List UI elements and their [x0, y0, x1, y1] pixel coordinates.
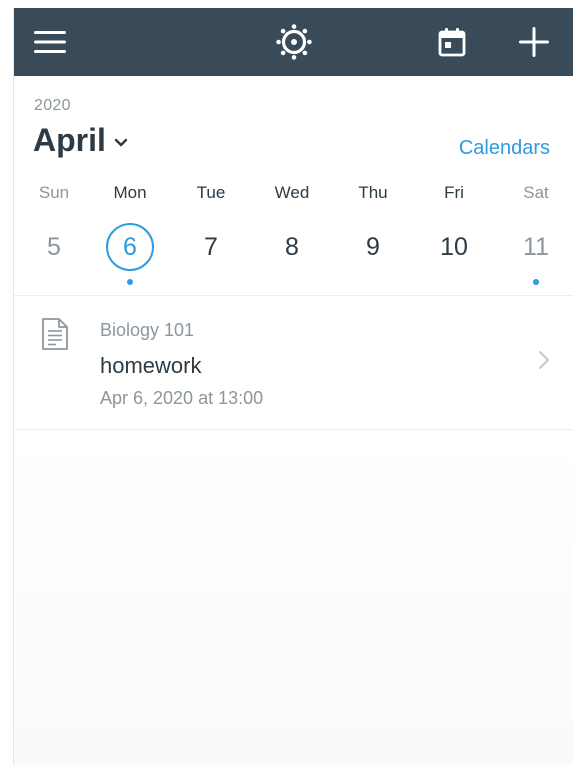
date-circle: 8	[268, 223, 316, 271]
day-of-week-label: Thu	[358, 183, 388, 202]
day-sun[interactable]: Sun 5	[14, 178, 94, 296]
day-sat[interactable]: Sat 11	[496, 178, 573, 296]
day-of-week-label: Sat	[523, 183, 549, 202]
event-datetime: Apr 6, 2020 at 13:00	[100, 388, 264, 408]
calendars-link[interactable]: Calendars	[459, 137, 550, 160]
date-number: 10	[440, 232, 468, 261]
date-circle: 7	[187, 223, 235, 271]
empty-list-area	[14, 430, 573, 765]
date-circle: 9	[349, 223, 397, 271]
day-of-week-label: Fri	[444, 183, 464, 202]
canvas-logo-icon	[276, 24, 312, 60]
event-list-item[interactable]: Biology 101 homework Apr 6, 2020 at 13:0…	[14, 297, 573, 429]
day-wed[interactable]: Wed 8	[252, 178, 332, 296]
selected-date-circle: 6	[106, 223, 154, 271]
day-tue[interactable]: Tue 7	[171, 178, 251, 296]
day-of-week-label: Mon	[113, 183, 147, 202]
date-number: 8	[285, 232, 299, 261]
day-of-week-label: Sun	[38, 183, 70, 202]
date-number: 5	[47, 232, 61, 261]
day-mon[interactable]: Mon 6	[90, 178, 170, 296]
chevron-right-icon	[539, 351, 549, 369]
add-event-button[interactable]	[506, 8, 562, 76]
day-of-week-label: Tue	[196, 183, 226, 202]
date-number: 6	[123, 232, 137, 261]
calendar-today-button[interactable]	[424, 8, 480, 76]
calendar-today-icon	[438, 28, 466, 57]
date-number: 11	[523, 232, 549, 261]
hamburger-menu-icon	[34, 31, 66, 53]
screenshot-frame: 2020 April Calendars Sun 5 Mon 6 Tue 7 W…	[0, 0, 573, 765]
month-picker[interactable]: April	[33, 122, 128, 159]
plus-icon	[519, 27, 549, 57]
date-circle: 10	[430, 223, 478, 271]
menu-button[interactable]	[22, 8, 78, 76]
week-divider	[14, 295, 573, 296]
week-strip: Sun 5 Mon 6 Tue 7 Wed 8 Thu 9 Fri 10 Sat…	[14, 178, 573, 296]
chevron-down-icon	[114, 138, 128, 146]
date-number: 7	[204, 232, 218, 261]
event-indicator-dot	[127, 279, 133, 285]
event-indicator-dot	[533, 279, 539, 285]
date-circle: 11	[512, 223, 560, 271]
date-circle: 5	[30, 223, 78, 271]
year-label: 2020	[34, 97, 71, 114]
top-navbar	[14, 8, 573, 76]
calendar-screen: 2020 April Calendars Sun 5 Mon 6 Tue 7 W…	[13, 8, 573, 765]
day-thu[interactable]: Thu 9	[333, 178, 413, 296]
month-label: April	[33, 122, 106, 158]
day-fri[interactable]: Fri 10	[414, 178, 494, 296]
date-number: 9	[366, 232, 380, 261]
event-title: homework	[100, 353, 202, 378]
assignment-document-icon	[42, 318, 68, 350]
day-of-week-label: Wed	[274, 183, 310, 202]
event-course-name: Biology 101	[100, 320, 195, 340]
canvas-logo	[265, 8, 323, 76]
